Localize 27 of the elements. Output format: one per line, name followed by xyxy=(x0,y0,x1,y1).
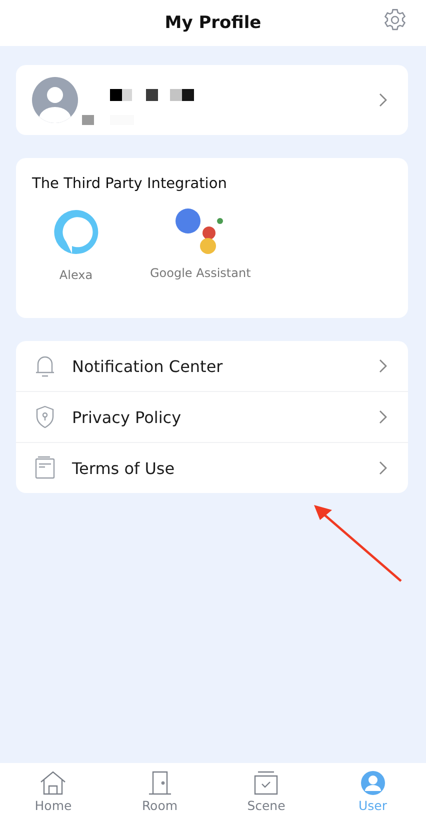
integration-label: Alexa xyxy=(59,268,93,282)
colored-dots-icon[interactable] xyxy=(175,208,226,254)
page-title: My Profile xyxy=(164,13,262,33)
tab[interactable]: Room xyxy=(106,763,213,820)
door-icon xyxy=(146,770,173,794)
tab[interactable]: User xyxy=(320,763,426,820)
avatar-icon xyxy=(32,77,78,123)
chevron-right-icon xyxy=(378,460,388,476)
integration-label: Google Assistant xyxy=(150,266,251,280)
chevron-right-icon xyxy=(378,409,388,425)
bell-icon xyxy=(34,354,56,378)
tab[interactable]: Home xyxy=(0,763,106,820)
menu-item[interactable]: Terms of Use xyxy=(16,443,408,493)
menu-item[interactable]: Notification Center xyxy=(16,341,408,392)
box-check-icon xyxy=(253,770,280,794)
chevron-right-icon xyxy=(378,92,388,108)
chevron-right-icon xyxy=(378,358,388,374)
user-avatar-icon xyxy=(360,770,385,794)
profile-card[interactable] xyxy=(16,65,408,135)
shield-icon xyxy=(34,405,56,429)
section-title: The Third Party Integration xyxy=(32,176,228,192)
tab[interactable]: Scene xyxy=(213,763,320,820)
menu-item[interactable]: Privacy Policy xyxy=(16,392,408,443)
settings-icon[interactable] xyxy=(382,7,408,33)
document-icon xyxy=(34,456,56,480)
house-icon xyxy=(40,770,66,794)
ring-logo-icon[interactable] xyxy=(52,208,100,256)
